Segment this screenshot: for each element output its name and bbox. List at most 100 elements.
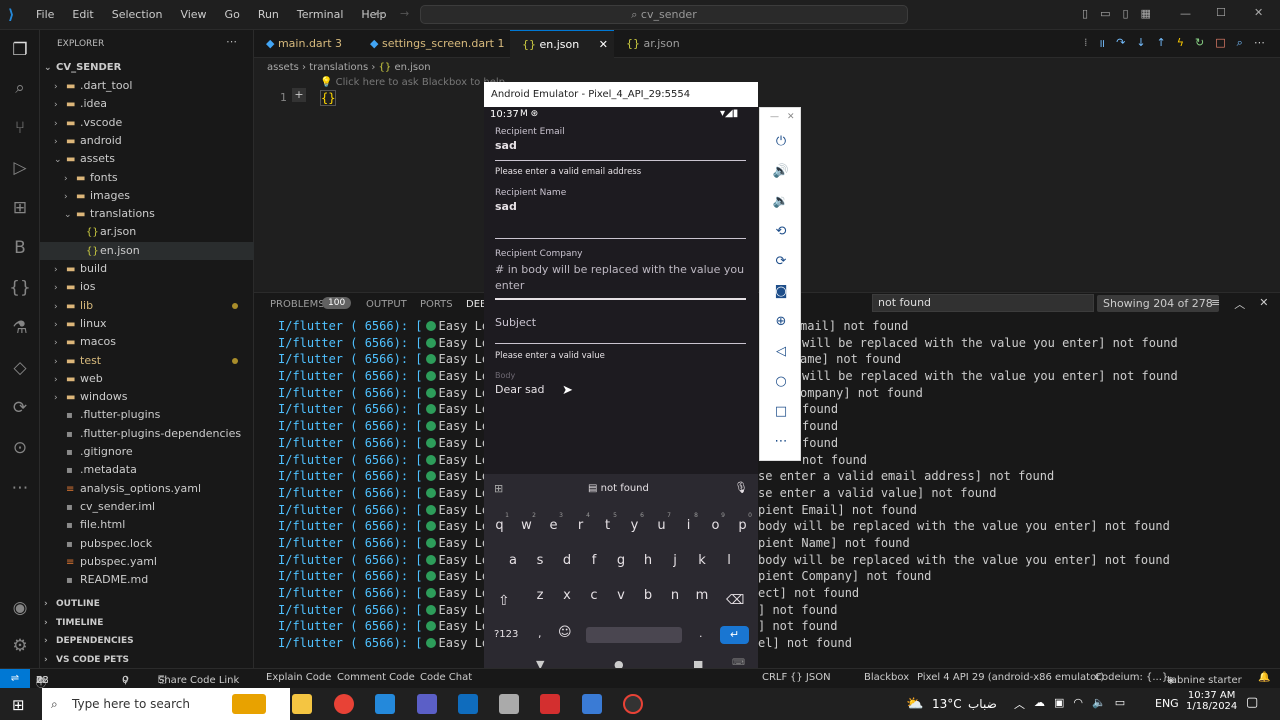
menu-file[interactable]: File xyxy=(36,8,54,21)
extensions-icon[interactable]: ⊞ xyxy=(8,196,32,220)
step-into-icon[interactable]: ↓ xyxy=(1136,36,1145,51)
forward-arrow-icon[interactable]: → xyxy=(400,7,409,20)
subject-input[interactable]: Subject xyxy=(495,316,536,329)
vscode-taskbar-icon[interactable] xyxy=(375,694,395,714)
tree-item[interactable]: › ▬ .dart_tool xyxy=(40,77,254,95)
clock[interactable]: 10:37 AM 1/18/2024 xyxy=(1186,690,1237,712)
code-line[interactable]: {} xyxy=(320,90,337,106)
key-j[interactable]: j xyxy=(662,553,689,568)
tray-chevron-icon[interactable]: ︿ xyxy=(1014,696,1025,712)
file-explorer-icon[interactable] xyxy=(292,694,312,714)
customize-layout-icon[interactable]: ▦ xyxy=(1141,7,1151,20)
search-icon[interactable]: ⌕ xyxy=(8,76,32,100)
more-actions-icon[interactable]: ⋯ xyxy=(1254,36,1265,51)
tray-app-icon[interactable]: ▣ xyxy=(1054,696,1064,712)
weather-temp[interactable]: 13°C xyxy=(932,697,962,711)
symbols-key[interactable]: ?123 xyxy=(494,629,518,640)
key-s[interactable]: s xyxy=(527,553,554,568)
chrome-icon[interactable] xyxy=(334,694,354,714)
key-g[interactable]: g xyxy=(608,553,635,568)
key-t[interactable]: t5 xyxy=(594,512,621,533)
codeium-status[interactable]: Codeium: {...} xyxy=(1095,672,1168,683)
volume-down-icon[interactable]: 🔉 xyxy=(771,192,791,212)
tree-item[interactable]: › ▬ .vscode xyxy=(40,114,254,132)
stop-icon[interactable]: □ xyxy=(1215,36,1225,51)
menu-view[interactable]: View xyxy=(180,8,206,21)
menu-go[interactable]: Go xyxy=(225,8,240,21)
device-selector[interactable]: Pixel 4 API 29 (android-x86 emulator) xyxy=(917,672,1104,683)
step-over-icon[interactable]: ↷ xyxy=(1116,36,1125,51)
weather-icon[interactable]: ⛅ xyxy=(906,696,923,712)
comma-key[interactable]: , xyxy=(538,627,542,640)
key-m[interactable]: m xyxy=(689,588,716,603)
tab-problems[interactable]: PROBLEMS xyxy=(270,299,325,310)
key-d[interactable]: d xyxy=(554,553,581,568)
comment-code[interactable]: Comment Code xyxy=(337,672,415,683)
hot-reload-icon[interactable]: ϟ xyxy=(1177,36,1184,51)
filter-icon[interactable]: ≡ xyxy=(1211,296,1220,312)
drag-handle-icon[interactable]: ⁞ xyxy=(1084,36,1088,51)
app-icon[interactable] xyxy=(499,694,519,714)
key-e[interactable]: e3 xyxy=(540,512,567,533)
volume-up-icon[interactable]: 🔊 xyxy=(771,162,791,182)
tree-item[interactable]: ▪ .flutter-plugins xyxy=(40,406,254,424)
key-h[interactable]: h xyxy=(635,553,662,568)
tree-item[interactable]: › ▬ ios xyxy=(40,278,254,296)
run-debug-icon[interactable]: ▷ xyxy=(8,156,32,180)
key-n[interactable]: n xyxy=(662,588,689,603)
rotate-right-icon[interactable]: ⟳ xyxy=(771,252,791,272)
line-ending[interactable]: CRLF xyxy=(762,672,787,683)
key-k[interactable]: k xyxy=(689,553,716,568)
volume-icon[interactable]: 🔈 xyxy=(1092,696,1106,712)
sidebar-toggle-icon[interactable]: ▯ xyxy=(1122,7,1128,20)
remote-indicator-icon[interactable]: ⇌ xyxy=(0,669,30,688)
breadcrumb-file[interactable]: en.json xyxy=(394,62,430,73)
close-emulator-icon[interactable]: ✕ xyxy=(787,112,795,122)
key-z[interactable]: z xyxy=(527,588,554,603)
email-input[interactable]: sad xyxy=(495,139,517,152)
obs-icon[interactable] xyxy=(623,694,643,714)
notification-center-icon[interactable]: ▢ xyxy=(1246,695,1258,710)
settings-gear-icon[interactable]: ⚙ xyxy=(8,634,32,658)
blackbox-hint[interactable]: 💡 Click here to ask Blackbox to help xyxy=(320,77,505,88)
key-f[interactable]: f xyxy=(581,553,608,568)
minimize-emulator-icon[interactable]: — xyxy=(770,112,779,122)
period-key[interactable]: . xyxy=(699,627,703,640)
back-icon[interactable]: ◁ xyxy=(771,342,791,362)
suggestion-chip[interactable]: ▤ not found xyxy=(588,483,649,494)
key-v[interactable]: v xyxy=(608,588,635,603)
phone-screen[interactable]: 10:37 M ⊛ ▾◢▮ Recipient Email sad Please… xyxy=(484,107,758,683)
tree-item[interactable]: › ▬ images xyxy=(40,187,254,205)
tree-item[interactable]: ≡ pubspec.yaml xyxy=(40,553,254,571)
workspace-root[interactable]: ⌄ CV_SENDER xyxy=(40,59,254,77)
tab-ar-json[interactable]: {} ar.json xyxy=(614,30,692,58)
input-language[interactable]: ENG xyxy=(1155,697,1179,710)
key-r[interactable]: r4 xyxy=(567,512,594,533)
maximize-icon[interactable]: ☐ xyxy=(1216,6,1226,19)
soft-keyboard[interactable]: ⊞ ▤ not found 🎙 q1w2e3r4t5y6u7i8o9p0 asd… xyxy=(484,474,758,683)
tree-item[interactable]: › ▬ android xyxy=(40,132,254,150)
close-tab-icon[interactable]: ✕ xyxy=(599,31,608,59)
power-icon[interactable]: ⏻ xyxy=(771,132,791,152)
emoji-key-icon[interactable]: ☺ xyxy=(558,625,572,640)
tree-item[interactable]: {}en.json xyxy=(40,241,254,260)
section-dependencies[interactable]: › DEPENDENCIES xyxy=(40,632,254,650)
key-b[interactable]: b xyxy=(635,588,662,603)
more-icon[interactable]: ⋯ xyxy=(8,476,32,500)
zoom-icon[interactable]: ⊕ xyxy=(771,312,791,332)
tree-item[interactable]: › ▬ lib xyxy=(40,297,254,315)
tabnine-icon[interactable]: ⊙ xyxy=(8,436,32,460)
remote-icon[interactable]: ⟳ xyxy=(8,396,32,420)
shift-key-icon[interactable]: ⇧ xyxy=(498,593,510,609)
tree-item[interactable]: › ▬ build xyxy=(40,260,254,278)
breadcrumb-assets[interactable]: assets xyxy=(267,62,299,73)
key-q[interactable]: q1 xyxy=(486,512,513,533)
key-u[interactable]: u7 xyxy=(648,512,675,533)
find-input[interactable]: not found xyxy=(872,294,1094,312)
battery-icon[interactable]: ▭ xyxy=(1115,696,1125,712)
back-arrow-icon[interactable]: ← xyxy=(375,7,384,20)
tree-item[interactable]: ▪ .flutter-plugins-dependencies xyxy=(40,425,254,443)
tab-settings-screen[interactable]: ◆ settings_screen.dart 1 xyxy=(358,30,516,58)
section-outline[interactable]: › OUTLINE xyxy=(40,595,254,613)
section-vscode-pets[interactable]: › VS CODE PETS xyxy=(40,651,254,669)
